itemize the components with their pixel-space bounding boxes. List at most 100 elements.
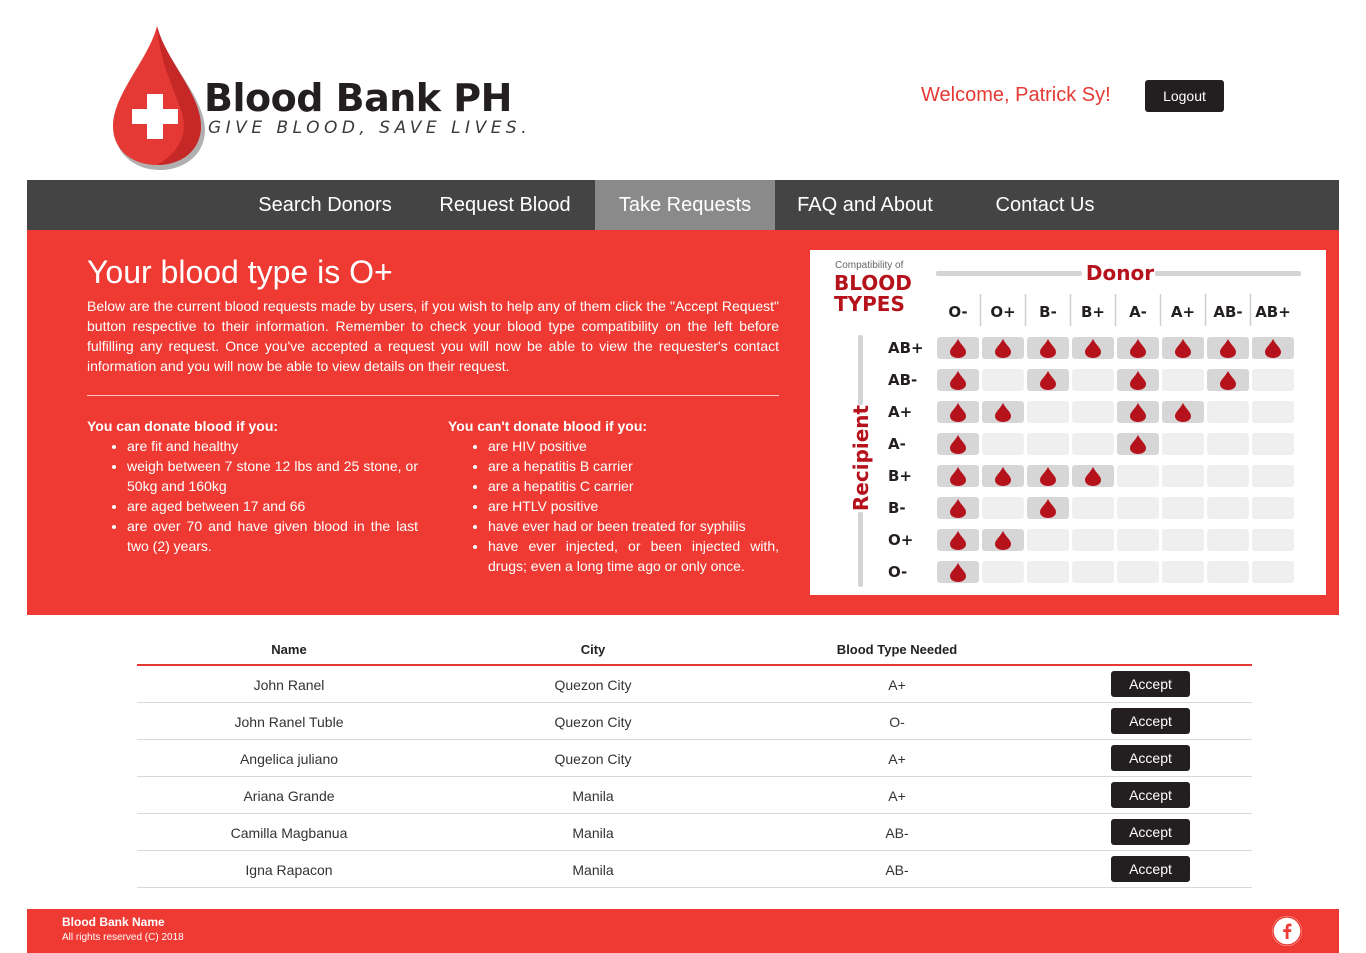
can-donate-list: are fit and healthy weigh between 7 ston… [87,436,418,556]
compat-cell [1162,369,1204,391]
chart-title-line2: TYPES [834,292,905,316]
header-name: Name [271,642,307,657]
table-row: Camilla Magbanua Manila AB- Accept [137,814,1252,851]
donor-type-label: B- [1039,303,1057,321]
panel-divider [87,395,779,396]
cant-donate-heading: You can't donate blood if you: [448,418,648,434]
compat-cell [1072,529,1114,551]
cant-donate-list: are HIV positive are a hepatitis B carri… [448,436,779,576]
accept-button[interactable]: Accept [1111,745,1190,771]
cell-city: Manila [572,788,614,804]
nav-take-requests[interactable]: Take Requests [595,180,775,230]
compat-cell [1207,497,1249,519]
header-city: City [580,642,606,657]
table-row: John Ranel Tuble Quezon City O- Accept [137,703,1252,740]
cell-city: Quezon City [554,714,632,730]
blood-compatibility-chart: Compatibility of BLOOD TYPES Donor Recip… [810,250,1326,595]
accept-button[interactable]: Accept [1111,856,1190,882]
accept-button[interactable]: Accept [1111,782,1190,808]
compat-cell [1027,401,1069,423]
donor-line-left [936,271,1082,276]
list-item: weigh between 7 stone 12 lbs and 25 ston… [127,456,418,496]
recipient-type-label: B- [888,499,906,517]
requests-table: Name City Blood Type Needed John Ranel Q… [137,632,1252,888]
brand-tagline: GIVE BLOOD, SAVE LIVES. [208,118,532,138]
compat-cell [1252,561,1294,583]
compat-cell [982,433,1024,455]
compat-cell [1072,369,1114,391]
footer-copyright: All rights reserved (C) 2018 [62,932,184,943]
cell-name: Ariana Grande [243,788,335,804]
compat-cell [1207,433,1249,455]
blood-drop-logo-icon [113,26,205,170]
cell-city: Manila [572,862,614,878]
list-item: have ever had or been treated for syphil… [488,516,779,536]
recipient-line-top [858,335,863,405]
compatibility-grid: O- O+ B- B+ A- A+ AB- AB+ AB+ AB- A+ A- B+ B- O+ O- [888,294,1294,583]
recipient-type-label: A- [888,435,906,453]
cell-blood-type: A+ [888,677,906,693]
donor-line-right [1155,271,1301,276]
nav-search-donors[interactable]: Search Donors [235,180,415,230]
donor-type-label: AB+ [1255,303,1291,321]
cell-blood-type: AB- [885,862,909,878]
nav-contact-us[interactable]: Contact Us [955,180,1135,230]
list-item: are a hepatitis B carrier [488,456,779,476]
compat-cell [1207,465,1249,487]
compat-cell [1252,529,1294,551]
compat-cell [982,369,1024,391]
brand-logo[interactable]: Blood Bank PH GIVE BLOOD, SAVE LIVES. [110,22,527,172]
recipient-line-bottom [858,512,863,587]
compat-cell [1072,401,1114,423]
cell-name: Camilla Magbanua [230,825,348,841]
table-row: Ariana Grande Manila A+ Accept [137,777,1252,814]
site-header: Blood Bank PH GIVE BLOOD, SAVE LIVES. We… [0,0,1366,180]
cell-city: Quezon City [554,677,632,693]
nav-request-blood[interactable]: Request Blood [415,180,595,230]
can-donate-heading: You can donate blood if you: [87,418,279,434]
compat-cell [1252,497,1294,519]
table-row: Angelica juliano Quezon City A+ Accept [137,740,1252,777]
welcome-message: Welcome, Patrick Sy! [921,84,1111,106]
logout-button[interactable]: Logout [1145,80,1224,112]
cell-blood-type: A+ [888,751,906,767]
recipient-type-label: O- [888,563,907,581]
accept-button[interactable]: Accept [1111,671,1190,697]
accept-button[interactable]: Accept [1111,819,1190,845]
donor-type-label: A- [1129,303,1147,321]
header-blood-type: Blood Type Needed [836,642,958,657]
cell-blood-type: A+ [888,788,906,804]
recipient-type-label: AB- [888,371,917,389]
compat-cell [1027,529,1069,551]
compat-cell [1162,561,1204,583]
compat-cell [1072,433,1114,455]
chart-small-title: Compatibility of [835,260,904,271]
compat-cell [1117,497,1159,519]
compatibility-chart-graphic: Compatibility of BLOOD TYPES Donor Recip… [834,260,1301,587]
site-footer: Blood Bank Name All rights reserved (C) … [27,909,1339,953]
list-item: are aged between 17 and 66 [127,496,418,516]
list-item: are over 70 and have given blood in the … [127,516,418,556]
cell-name: John Ranel Tuble [234,714,344,730]
list-item: are HTLV positive [488,496,779,516]
cell-blood-type: AB- [885,825,909,841]
table-row: John Ranel Quezon City A+ Accept [137,666,1252,703]
donor-type-label: A+ [1171,303,1195,321]
compat-cell [1252,433,1294,455]
compat-cell [1162,433,1204,455]
nav-faq-about[interactable]: FAQ and About [775,180,955,230]
compat-cell [1207,401,1249,423]
donor-type-label: B+ [1081,303,1105,321]
cell-name: Angelica juliano [239,751,339,767]
compat-cell [1072,497,1114,519]
accept-button[interactable]: Accept [1111,708,1190,734]
facebook-icon[interactable] [1272,916,1302,946]
donor-type-label: O+ [990,303,1015,321]
recipient-type-label: O+ [888,531,913,549]
blood-type-title: Your blood type is O+ [87,254,393,290]
cell-city: Quezon City [554,751,632,767]
recipient-type-label: AB+ [888,339,924,357]
donor-type-label: O- [948,303,967,321]
recipient-label: Recipient [849,404,873,511]
can-donate-section: You can donate blood if you: are fit and… [87,416,418,556]
